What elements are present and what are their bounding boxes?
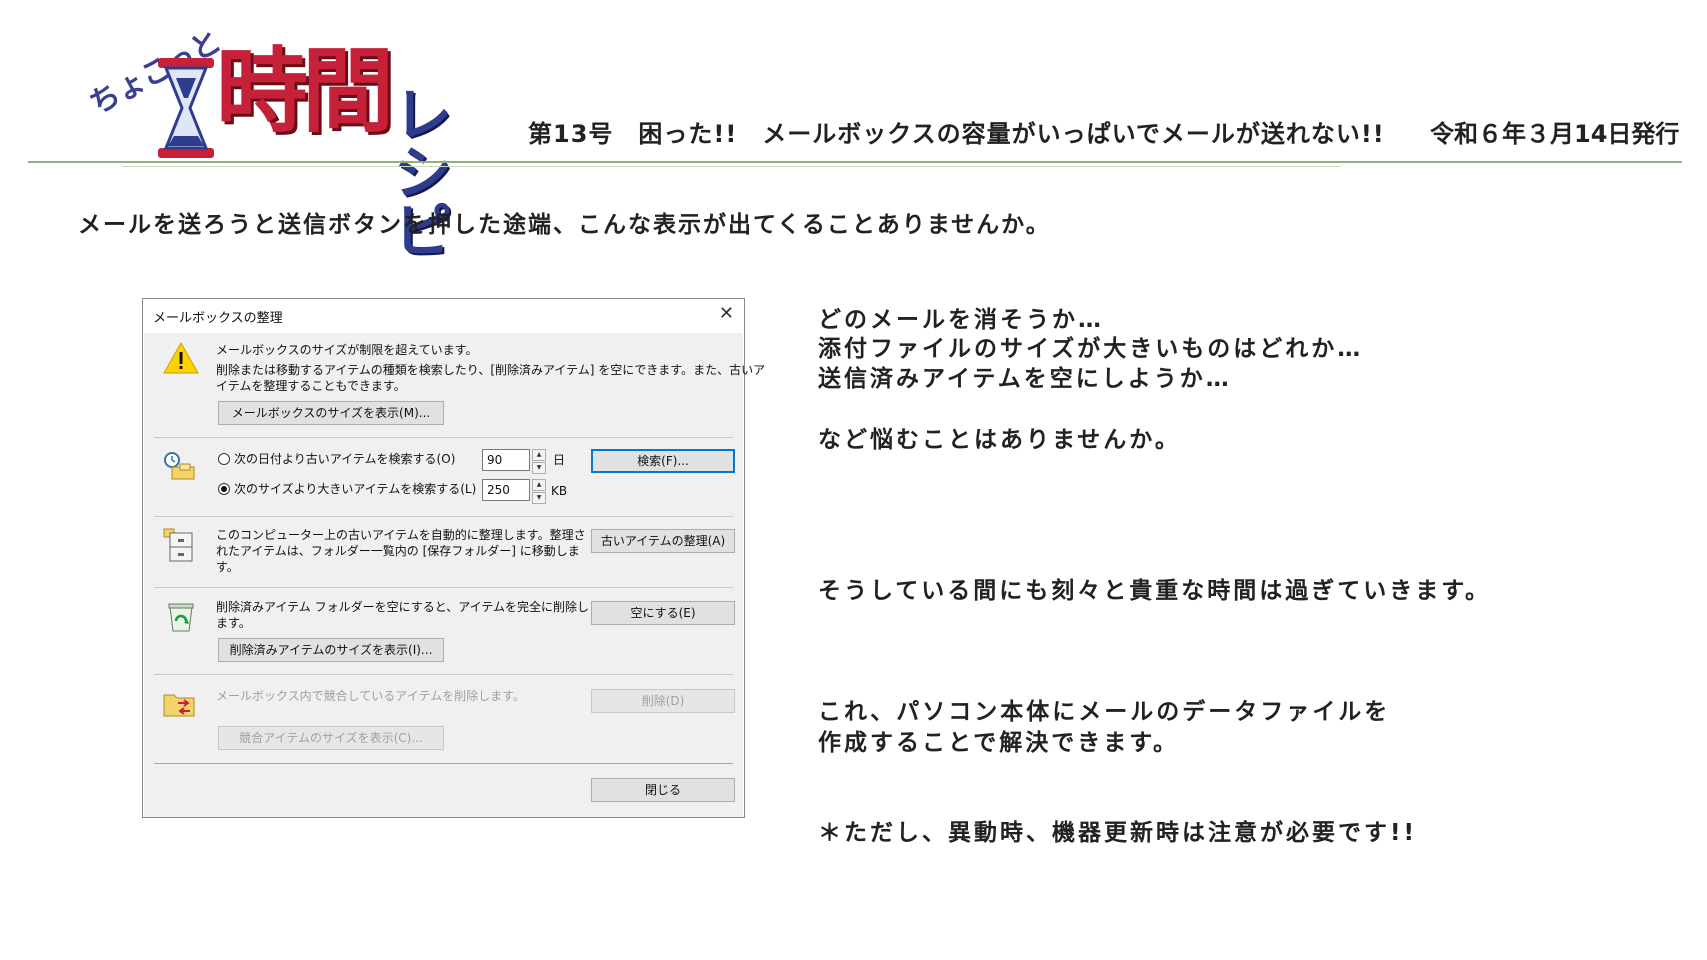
- days-stepper[interactable]: ▲ ▼: [532, 449, 546, 474]
- archive-cabinet-icon: [163, 528, 193, 562]
- separator: [154, 587, 733, 588]
- days-unit: 日: [553, 453, 566, 467]
- delete-conflicts-button[interactable]: 削除(D): [591, 689, 735, 713]
- close-button[interactable]: 閉じる: [591, 778, 735, 802]
- warning-body-2: イテムを整理することもできます。: [216, 379, 406, 393]
- separator: [154, 674, 733, 675]
- logo-big-text: 時間: [216, 38, 394, 145]
- header-divider-thin: [122, 166, 1340, 167]
- view-mailbox-size-button[interactable]: メールボックスのサイズを表示(M)...: [218, 401, 444, 425]
- view-deleted-size-button[interactable]: 削除済みアイテムのサイズを表示(I)...: [218, 638, 444, 662]
- separator: [154, 763, 733, 764]
- radio-larger-than-size[interactable]: [218, 483, 230, 495]
- issue-title: 第13号 困った!! メールボックスの容量がいっぱいでメールが送れない!!: [528, 120, 1385, 148]
- logo: ちょこっと 時間 レシピ: [76, 14, 496, 260]
- dialog-body: メールボックスのサイズが制限を超えています。 削除または移動するアイテムの種類を…: [144, 333, 765, 817]
- header-divider: [28, 161, 1682, 163]
- recycle-bin-icon: [168, 603, 194, 632]
- separator: [154, 437, 733, 438]
- mailbox-cleanup-dialog: メールボックスの整理 ✕ メールボックスのサイズが制限を超えています。 削除また…: [142, 298, 765, 818]
- warning-body-1: 削除または移動するアイテムの種類を検索したり、[削除済みアイテム] を空にできま…: [216, 363, 766, 377]
- right-text-line-8: ＊ただし、異動時、機器更新時は注意が必要です!!: [818, 820, 1417, 846]
- right-text-line-7: 作成することで解決できます。: [818, 730, 1180, 756]
- right-text-line-3: 送信済みアイテムを空にしようか…: [818, 366, 1232, 392]
- archive-text-3: す。: [216, 560, 239, 574]
- hourglass-icon: [158, 58, 214, 158]
- conflict-text: メールボックス内で競合しているアイテムを削除します。: [216, 689, 525, 703]
- warning-icon: [163, 341, 199, 374]
- right-text-line-4: など悩むことはありませんか。: [818, 427, 1181, 453]
- close-icon[interactable]: ✕: [719, 303, 734, 324]
- conflict-folder-icon: [163, 694, 195, 717]
- size-stepper[interactable]: ▲ ▼: [532, 479, 546, 504]
- archive-text-2: れたアイテムは、フォルダー一覧内の [保存フォルダー] に移動しま: [216, 544, 580, 558]
- days-input[interactable]: 90: [482, 449, 530, 471]
- deleted-text-1: 削除済みアイテム フォルダーを空にすると、アイテムを完全に削除し: [216, 600, 590, 614]
- issue-date: 令和６年３月14日発行: [1430, 120, 1680, 148]
- right-text-line-2: 添付ファイルのサイズが大きいものはどれか…: [818, 336, 1364, 362]
- right-text-line-5: そうしている間にも刻々と貴重な時間は過ぎていきます。: [818, 578, 1492, 604]
- search-button[interactable]: 検索(F)...: [591, 449, 735, 473]
- deleted-text-2: ます。: [216, 616, 251, 630]
- view-conflict-size-button[interactable]: 競合アイテムのサイズを表示(C)...: [218, 726, 444, 750]
- separator: [154, 516, 733, 517]
- size-unit: KB: [551, 484, 568, 498]
- autoarchive-button[interactable]: 古いアイテムの整理(A): [591, 529, 735, 553]
- search-clock-icon: [164, 452, 195, 480]
- dialog-title: メールボックスの整理: [153, 311, 283, 326]
- lead-text: メールを送ろうと送信ボタンを押した途端、こんな表示が出てくることありませんか。: [78, 212, 1051, 238]
- warning-title: メールボックスのサイズが制限を超えています。: [216, 343, 478, 357]
- right-text-line-6: これ、パソコン本体にメールのデータファイルを: [818, 699, 1391, 725]
- archive-text-1: このコンピューター上の古いアイテムを自動的に整理します。整理さ: [216, 528, 586, 542]
- right-text-line-1: どのメールを消そうか…: [818, 307, 1104, 333]
- radio-size-label: 次のサイズより大きいアイテムを検索する(L): [234, 482, 477, 496]
- radio-date-label: 次の日付より古いアイテムを検索する(O): [234, 452, 456, 466]
- radio-older-than-date[interactable]: [218, 453, 230, 465]
- empty-deleted-button[interactable]: 空にする(E): [591, 601, 735, 625]
- size-input[interactable]: 250: [482, 479, 530, 501]
